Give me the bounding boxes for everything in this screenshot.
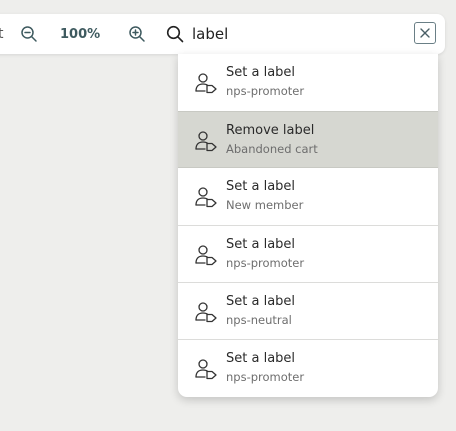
result-item-set-label[interactable]: Set a label nps-promoter [178,225,438,282]
zoom-out-icon[interactable] [18,14,40,54]
search-icon [165,14,185,54]
search-results-dropdown: Set a label nps-promoter Remove label Ab… [178,54,438,397]
close-icon [420,28,430,38]
result-item-subtitle: Abandoned cart [226,142,318,156]
result-item-title: Remove label [226,123,315,138]
result-item-set-label[interactable]: Set a label nps-promoter [178,54,438,111]
result-item-subtitle: nps-promoter [226,84,305,98]
user-tag-icon [195,302,217,323]
result-item-title: Set a label [226,294,296,309]
search-input[interactable] [192,23,392,45]
result-item-title: Set a label [226,351,296,366]
result-item-title: Set a label [226,237,296,252]
result-item-subtitle: nps-neutral [226,313,292,327]
result-item-subtitle: New member [226,198,304,212]
toolbar: t 100% [0,14,445,54]
result-item-subtitle: nps-promoter [226,256,305,270]
toolbar-partial-label: t [0,26,4,42]
result-item-set-label[interactable]: Set a label New member [178,168,438,225]
result-item-subtitle: nps-promoter [226,370,305,384]
zoom-in-icon[interactable] [126,14,148,54]
result-item-remove-label[interactable]: Remove label Abandoned cart [178,111,438,168]
result-item-title: Set a label [226,179,296,194]
user-tag-icon [195,359,217,380]
result-item-set-label[interactable]: Set a label nps-promoter [178,339,438,396]
user-tag-icon [195,245,217,266]
clear-search-button[interactable] [414,22,436,44]
user-tag-icon [195,187,217,208]
user-tag-icon [195,131,217,152]
user-tag-icon [195,73,217,94]
result-item-title: Set a label [226,65,296,80]
zoom-level: 100% [60,26,101,42]
result-item-set-label[interactable]: Set a label nps-neutral [178,282,438,339]
